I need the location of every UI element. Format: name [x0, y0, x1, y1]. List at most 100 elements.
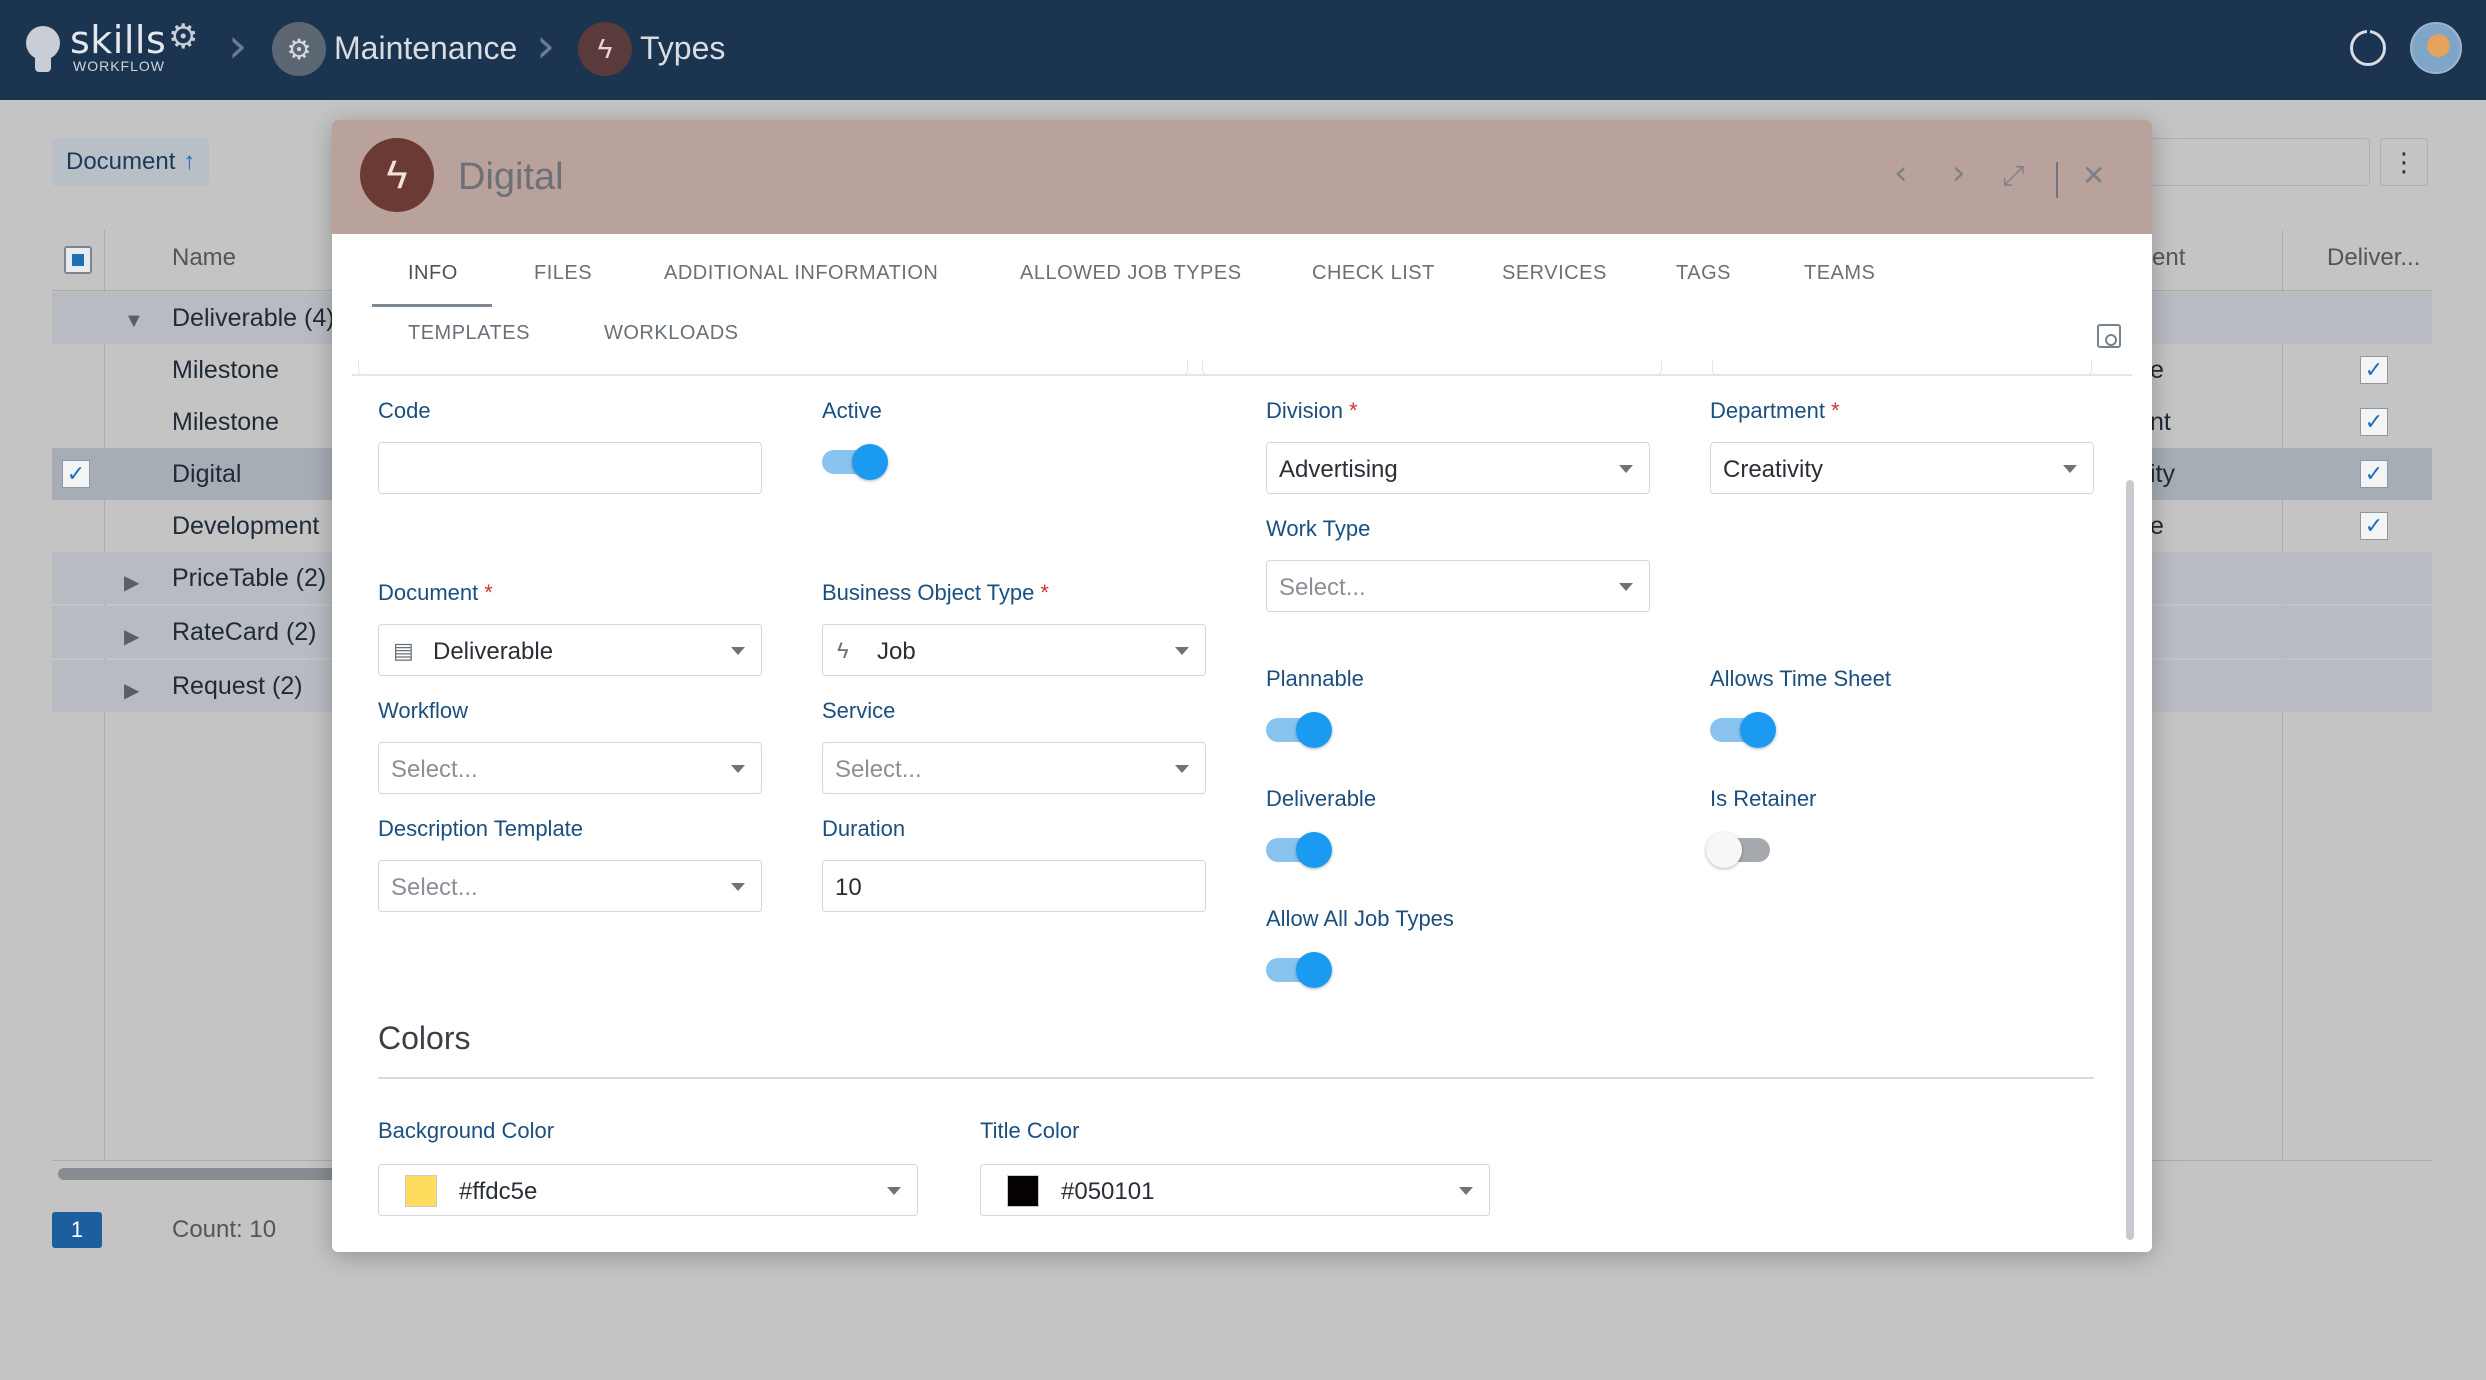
sort-chip-document[interactable]: Document ↑: [52, 138, 210, 186]
tab-tags[interactable]: TAGS: [1676, 262, 1731, 285]
description-template-label: Description Template: [378, 816, 584, 841]
chevron-right-icon: ›: [536, 18, 556, 74]
expand-icon[interactable]: ⤢: [2002, 162, 2024, 190]
close-icon[interactable]: ✕: [2082, 162, 2105, 190]
deliverable-label: Deliverable: [1266, 786, 1377, 811]
department-label: Department *: [1710, 398, 1840, 423]
plannable-label: Plannable: [1266, 666, 1364, 691]
logo-word: skills: [70, 18, 167, 62]
active-label: Active: [822, 398, 882, 423]
tab-additional-information[interactable]: ADDITIONAL INFORMATION: [664, 262, 938, 285]
document-select[interactable]: ▤ Deliverable: [378, 624, 762, 676]
work-type-select[interactable]: Select...: [1266, 560, 1650, 612]
duration-input[interactable]: 10: [822, 860, 1206, 912]
bolt-icon: ϟ: [837, 638, 849, 663]
logo-subtitle: WORKFLOW: [73, 58, 165, 74]
background-color-picker[interactable]: #ffdc5e: [378, 1164, 918, 1216]
column-header-department[interactable]: ent: [2152, 244, 2185, 272]
dropdown-caret-icon: [1619, 583, 1633, 591]
allow-all-job-types-label: Allow All Job Types: [1266, 906, 1454, 931]
code-label: Code: [378, 398, 431, 423]
previous-icon[interactable]: ‹: [1894, 156, 1908, 190]
duration-label: Duration: [822, 816, 906, 841]
dropdown-caret-icon: [1175, 647, 1189, 655]
save-icon[interactable]: [2097, 324, 2121, 348]
dropdown-caret-icon: [731, 765, 745, 773]
chevron-right-icon[interactable]: ▶: [124, 624, 139, 649]
workflow-select[interactable]: Select...: [378, 742, 762, 794]
color-swatch: [405, 1175, 437, 1207]
breadcrumb-types[interactable]: Types: [640, 30, 725, 67]
more-options-icon[interactable]: ⋮: [2380, 138, 2428, 186]
chevron-down-icon[interactable]: ▼: [124, 310, 144, 333]
next-icon[interactable]: ›: [1952, 156, 1966, 190]
dialog-header: ϟ Digital ‹ › ⤢ ✕: [332, 120, 2152, 234]
background-color-label: Background Color: [378, 1118, 555, 1143]
allow-all-job-types-toggle[interactable]: [1266, 952, 1332, 988]
arrow-up-icon: ↑: [183, 148, 196, 175]
type-detail-dialog: ϟ Digital ‹ › ⤢ ✕ INFO FILES ADDITIONAL …: [332, 120, 2152, 1252]
horizontal-scrollbar[interactable]: [58, 1168, 358, 1180]
chevron-right-icon: ›: [228, 18, 248, 74]
tab-teams[interactable]: TEAMS: [1804, 262, 1875, 285]
active-toggle[interactable]: [822, 444, 888, 480]
code-input[interactable]: [378, 442, 762, 494]
tab-allowed-job-types[interactable]: ALLOWED JOB TYPES: [1020, 262, 1242, 285]
allows-time-sheet-label: Allows Time Sheet: [1710, 666, 1891, 691]
dropdown-caret-icon: [1619, 465, 1633, 473]
gears-icon: ⚙: [168, 18, 199, 56]
color-swatch: [1007, 1175, 1039, 1207]
breadcrumb-maintenance[interactable]: Maintenance: [334, 30, 517, 67]
lightbulb-icon: [26, 26, 60, 60]
select-all-checkbox[interactable]: [64, 246, 92, 274]
allows-time-sheet-toggle[interactable]: [1710, 712, 1776, 748]
top-bar: skills WORKFLOW ⚙ › ⚙ Maintenance › ϟ Ty…: [0, 0, 2486, 100]
title-color-label: Title Color: [980, 1118, 1080, 1143]
deliverable-toggle[interactable]: [1266, 832, 1332, 868]
vertical-scrollbar[interactable]: [2126, 480, 2134, 1240]
plannable-toggle[interactable]: [1266, 712, 1332, 748]
deliverable-check-icon: ✓: [2360, 356, 2388, 384]
deliverable-check-icon: ✓: [2360, 408, 2388, 436]
division-select[interactable]: Advertising: [1266, 442, 1650, 494]
deliverable-check-icon: ✓: [2360, 512, 2388, 540]
service-label: Service: [822, 698, 896, 723]
is-retainer-toggle[interactable]: [1706, 832, 1776, 868]
record-count: Count: 10: [172, 1216, 277, 1243]
tab-templates[interactable]: TEMPLATES: [408, 322, 530, 345]
department-select[interactable]: Creativity: [1710, 442, 2094, 494]
active-tab-indicator: [372, 304, 492, 307]
tab-files[interactable]: FILES: [534, 262, 592, 285]
service-select[interactable]: Select...: [822, 742, 1206, 794]
skills-workflow-logo[interactable]: skills WORKFLOW ⚙: [26, 18, 206, 78]
dropdown-caret-icon: [1175, 765, 1189, 773]
business-object-type-select[interactable]: ϟ Job: [822, 624, 1206, 676]
column-header-name[interactable]: Name: [172, 244, 236, 272]
dropdown-caret-icon: [887, 1187, 901, 1195]
dropdown-caret-icon: [731, 647, 745, 655]
tab-services[interactable]: SERVICES: [1502, 262, 1607, 285]
document-label: Document *: [378, 580, 493, 605]
is-retainer-label: Is Retainer: [1710, 786, 1817, 811]
search-input[interactable]: [2120, 138, 2370, 186]
page-button[interactable]: 1: [52, 1212, 102, 1248]
chevron-right-icon[interactable]: ▶: [124, 570, 139, 595]
tab-check-list[interactable]: CHECK LIST: [1312, 262, 1435, 285]
division-label: Division *: [1266, 398, 1358, 423]
chevron-right-icon[interactable]: ▶: [124, 678, 139, 703]
deliverable-check-icon: ✓: [2360, 460, 2388, 488]
tab-info[interactable]: INFO: [408, 262, 458, 285]
title-color-picker[interactable]: #050101: [980, 1164, 1490, 1216]
business-object-type-label: Business Object Type *: [822, 580, 1049, 605]
row-checkbox[interactable]: ✓: [62, 460, 90, 488]
bolt-icon: ϟ: [578, 22, 632, 76]
work-type-label: Work Type: [1266, 516, 1371, 541]
gears-icon: ⚙: [272, 22, 326, 76]
tab-workloads[interactable]: WORKLOADS: [604, 322, 739, 345]
bolt-icon: ϟ: [360, 138, 434, 212]
pie-chart-icon[interactable]: [2350, 30, 2386, 66]
dropdown-caret-icon: [731, 883, 745, 891]
avatar[interactable]: [2410, 22, 2462, 74]
description-template-select[interactable]: Select...: [378, 860, 762, 912]
column-header-deliverable[interactable]: Deliver...: [2327, 244, 2420, 272]
